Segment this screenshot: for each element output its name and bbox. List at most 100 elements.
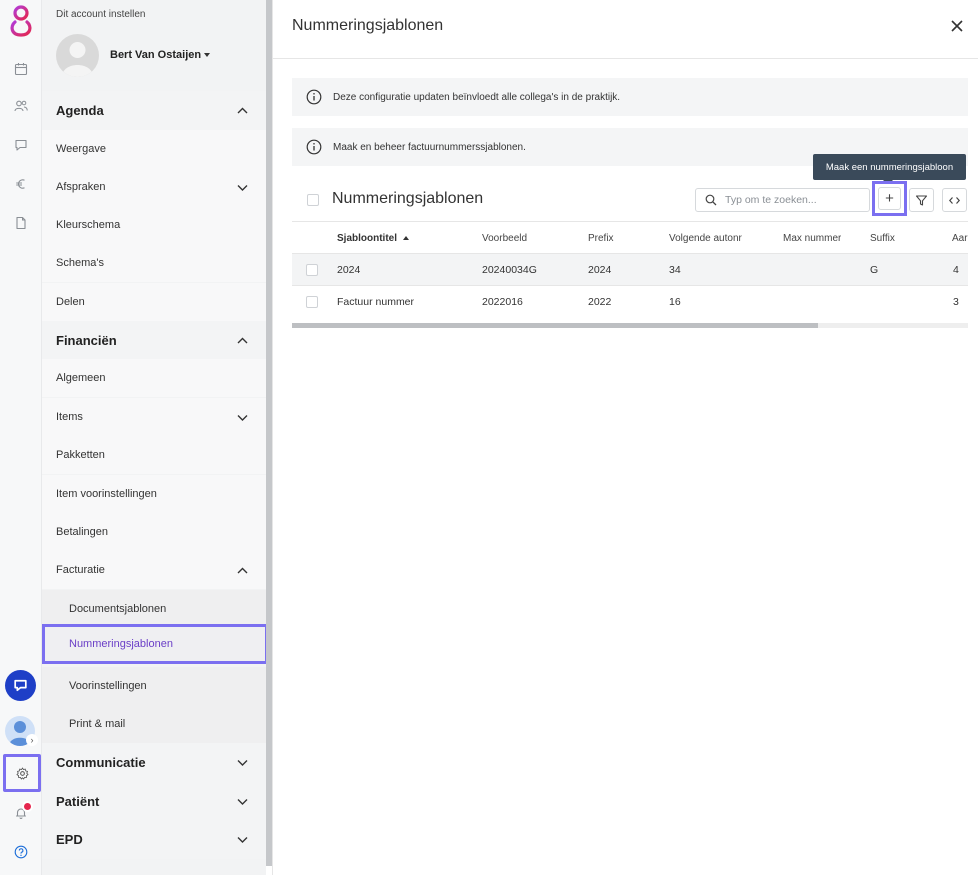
- gear-icon: [16, 767, 28, 779]
- caret-down-icon[interactable]: [204, 53, 210, 57]
- chat-icon[interactable]: [11, 135, 31, 155]
- sidebar-item-label: Delen: [56, 296, 85, 308]
- sidebar-item-label: Item voorinstellingen: [56, 488, 157, 500]
- chevron-right-icon[interactable]: ›: [26, 734, 38, 746]
- sidebar-item-label: Weergave: [56, 143, 106, 155]
- section-label: Patiënt: [56, 794, 100, 809]
- info-text: Deze configuratie updaten beïnvloedt all…: [333, 91, 621, 103]
- close-icon[interactable]: [948, 17, 966, 35]
- column-header-voorbeeld[interactable]: Voorbeeld: [482, 222, 527, 254]
- chevron-down-icon: [236, 181, 249, 194]
- cell-aantal: 3: [953, 296, 959, 308]
- sidebar-subitem-documentsjablonen[interactable]: Documentsjablonen: [42, 590, 266, 628]
- info-banner-config: Deze configuratie updaten beïnvloedt all…: [292, 78, 968, 116]
- column-header-prefix[interactable]: Prefix: [588, 222, 614, 254]
- notification-badge: [22, 801, 33, 812]
- chevron-down-icon: [236, 756, 249, 769]
- sort-ascending-icon: [403, 236, 409, 240]
- page-title: Nummeringsjablonen: [292, 17, 444, 34]
- chevron-down-icon: [236, 833, 249, 846]
- section-agenda[interactable]: Agenda: [42, 91, 266, 130]
- column-header-sjabloontitel[interactable]: Sjabloontitel: [337, 222, 409, 254]
- cell-sjabloontitel: Factuur nummer: [337, 296, 415, 308]
- cell-volgende-autonr: 34: [669, 264, 681, 276]
- row-checkbox[interactable]: [306, 264, 318, 276]
- code-button[interactable]: [942, 188, 967, 212]
- sidebar-subitem-print-mail[interactable]: Print & mail: [42, 705, 266, 743]
- settings-button[interactable]: [3, 754, 41, 792]
- support-chat-icon[interactable]: [5, 670, 36, 701]
- chevron-up-icon: [236, 334, 249, 347]
- info-text: Maak en beheer factuurnummerssjablonen.: [333, 141, 526, 153]
- cell-voorbeeld: 20240034G: [482, 264, 537, 276]
- section-epd[interactable]: EPD: [42, 820, 266, 859]
- filter-button[interactable]: [909, 188, 934, 212]
- section-label: Financiën: [56, 333, 117, 348]
- sidebar-item-algemeen[interactable]: Algemeen: [42, 359, 266, 397]
- sidebar-item-schemas[interactable]: Schema's: [42, 244, 266, 282]
- sidebar-item-delen[interactable]: Delen: [42, 283, 266, 321]
- sidebar-item-label: Nummeringsjablonen: [69, 638, 173, 650]
- column-header-volgende-autonr[interactable]: Volgende autonr: [669, 222, 742, 254]
- sidebar-item-kleurschema[interactable]: Kleurschema: [42, 206, 266, 244]
- sidebar-item-items[interactable]: Items: [42, 398, 266, 436]
- cell-aantal: 4: [953, 264, 959, 276]
- select-all-checkbox[interactable]: [307, 194, 319, 206]
- divider: [273, 58, 978, 59]
- user-name[interactable]: Bert Van Ostaijen: [110, 49, 201, 61]
- column-header-suffix[interactable]: Suffix: [870, 222, 895, 254]
- column-header-label: Sjabloontitel: [337, 232, 397, 244]
- horizontal-scrollbar[interactable]: [292, 323, 968, 328]
- help-icon[interactable]: [11, 842, 31, 862]
- cell-sjabloontitel: 2024: [337, 264, 361, 276]
- search-placeholder: Typ om te zoeken...: [725, 194, 817, 206]
- section-financien[interactable]: Financiën: [42, 321, 266, 360]
- section-communicatie[interactable]: Communicatie: [42, 743, 266, 782]
- chevron-down-icon: [236, 411, 249, 424]
- sidebar-item-betalingen[interactable]: Betalingen: [42, 513, 266, 551]
- sidebar-item-label: Betalingen: [56, 526, 108, 538]
- plus-icon: +: [878, 187, 901, 210]
- column-header-max-nummer[interactable]: Max nummer: [783, 222, 841, 254]
- sidebar-subitem-voorinstellingen[interactable]: Voorinstellingen: [42, 667, 266, 705]
- row-checkbox[interactable]: [306, 296, 318, 308]
- sidebar-item-label: Afspraken: [56, 181, 106, 193]
- cell-prefix: 2022: [588, 296, 612, 308]
- section-label: Agenda: [56, 103, 104, 118]
- sidebar-item-label: Schema's: [56, 257, 104, 269]
- users-icon[interactable]: [11, 96, 31, 116]
- scrollbar-thumb[interactable]: [292, 323, 818, 328]
- sidebar-item-label: Print & mail: [69, 718, 126, 730]
- cell-prefix: 2024: [588, 264, 612, 276]
- column-header-aantal[interactable]: Aar: [952, 222, 968, 254]
- document-icon[interactable]: [11, 213, 31, 233]
- avatar[interactable]: [56, 34, 99, 77]
- add-template-button[interactable]: +: [872, 181, 907, 216]
- sidebar-item-weergave[interactable]: Weergave: [42, 130, 266, 168]
- table-row[interactable]: Factuur nummer 2022016 2022 16 3: [292, 285, 968, 317]
- settings-sidebar: Dit account instellen Bert Van Ostaijen …: [42, 0, 266, 875]
- sidebar-item-facturatie[interactable]: Facturatie: [42, 551, 266, 589]
- app-logo-icon[interactable]: [8, 4, 34, 38]
- euro-icon[interactable]: [11, 174, 31, 194]
- cell-suffix: G: [870, 264, 879, 276]
- search-input[interactable]: Typ om te zoeken...: [695, 188, 870, 212]
- icon-rail: ›: [0, 0, 42, 875]
- code-icon: [948, 196, 961, 204]
- sidebar-item-label: Pakketten: [56, 449, 105, 461]
- sidebar-item-pakketten[interactable]: Pakketten: [42, 436, 266, 474]
- section-patient[interactable]: Patiënt: [42, 782, 266, 821]
- info-icon: [306, 89, 322, 105]
- sidebar-item-label: Kleurschema: [56, 219, 121, 231]
- section-label: Communicatie: [56, 755, 146, 770]
- table-row[interactable]: 2024 20240034G 2024 34 G 4: [292, 253, 968, 285]
- calendar-icon[interactable]: [11, 59, 31, 79]
- sidebar-subitem-nummeringsjablonen[interactable]: Nummeringsjablonen: [42, 624, 266, 664]
- add-template-tooltip: Maak een nummeringsjabloon: [813, 154, 966, 185]
- sidebar-item-afspraken[interactable]: Afspraken: [42, 168, 266, 206]
- sidebar-item-label: Algemeen: [56, 372, 106, 384]
- grid-toolbar: Nummeringsjablonen Typ om te zoeken... +: [292, 181, 968, 221]
- grid-title: Nummeringsjablonen: [332, 190, 484, 207]
- main-panel: Nummeringsjablonen Deze configuratie upd…: [273, 0, 978, 875]
- sidebar-item-item-voorinstellingen[interactable]: Item voorinstellingen: [42, 475, 266, 513]
